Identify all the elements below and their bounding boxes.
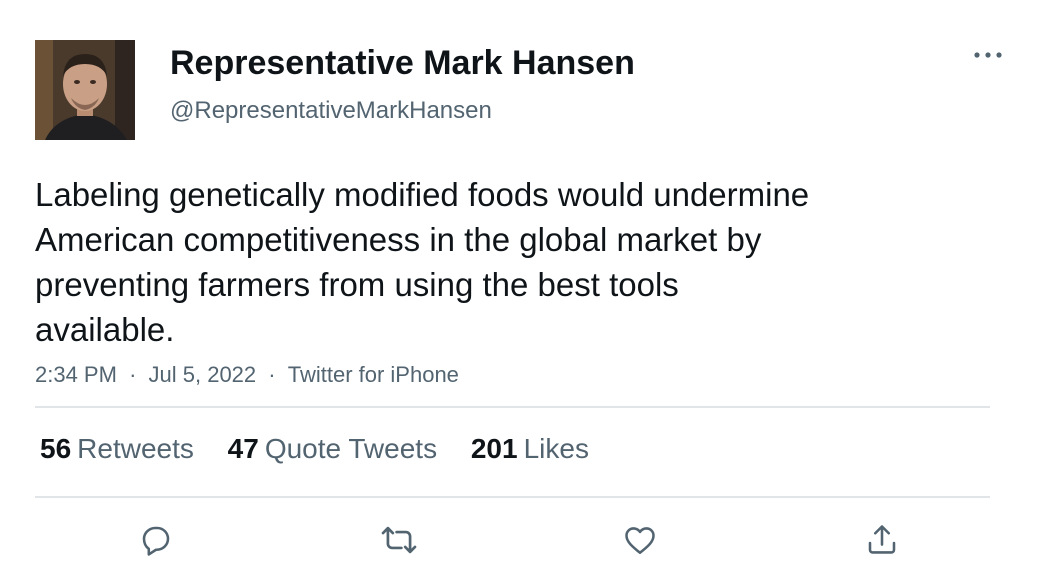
quote-tweets-label: Quote Tweets bbox=[264, 433, 438, 464]
reply-icon bbox=[142, 526, 170, 556]
engagement-stats: 56 Retweets 47 Quote Tweets 201 Likes bbox=[40, 430, 615, 468]
tweet-metadata: 2:34 PM · Jul 5, 2022 · Twitter for iPho… bbox=[35, 360, 459, 390]
avatar[interactable] bbox=[35, 40, 135, 140]
retweets-count: 56 bbox=[40, 433, 72, 464]
profile-photo-icon bbox=[35, 40, 135, 140]
tweet-card: Representative Mark Hansen @Representati… bbox=[0, 0, 1050, 570]
divider bbox=[35, 496, 990, 498]
author-display-name[interactable]: Representative Mark Hansen bbox=[170, 43, 635, 83]
retweet-button[interactable] bbox=[374, 515, 424, 565]
retweet-icon bbox=[381, 526, 417, 554]
quote-tweets-count: 47 bbox=[227, 433, 259, 464]
tweet-text-line: preventing farmers from using the best t… bbox=[35, 266, 679, 303]
likes-label: Likes bbox=[523, 433, 589, 464]
heart-icon bbox=[625, 527, 655, 555]
tweet-source[interactable]: Twitter for iPhone bbox=[288, 360, 459, 390]
tweet-text: Labeling genetically modified foods woul… bbox=[35, 172, 915, 352]
more-options-icon[interactable] bbox=[968, 40, 1008, 70]
tweet-text-line: American competitiveness in the global m… bbox=[35, 221, 762, 258]
retweets-label: Retweets bbox=[77, 433, 194, 464]
meta-separator: · bbox=[129, 362, 137, 387]
divider bbox=[35, 406, 990, 408]
tweet-time[interactable]: 2:34 PM bbox=[35, 360, 117, 390]
tweet-text-line: available. bbox=[35, 311, 175, 348]
action-bar bbox=[0, 515, 1050, 565]
likes-count: 201 bbox=[470, 433, 518, 464]
tweet-text-line: Labeling genetically modified foods woul… bbox=[35, 176, 810, 213]
like-button[interactable] bbox=[615, 515, 665, 565]
quote-tweets-stat[interactable]: 47 Quote Tweets bbox=[228, 430, 437, 468]
tweet-date[interactable]: Jul 5, 2022 bbox=[149, 360, 257, 390]
reply-button[interactable] bbox=[131, 515, 181, 565]
share-button[interactable] bbox=[857, 515, 907, 565]
retweets-stat[interactable]: 56 Retweets bbox=[40, 430, 194, 468]
meta-separator: · bbox=[268, 362, 276, 387]
likes-stat[interactable]: 201 Likes bbox=[471, 430, 589, 468]
share-icon bbox=[868, 525, 896, 554]
author-handle[interactable]: @RepresentativeMarkHansen bbox=[170, 96, 492, 126]
